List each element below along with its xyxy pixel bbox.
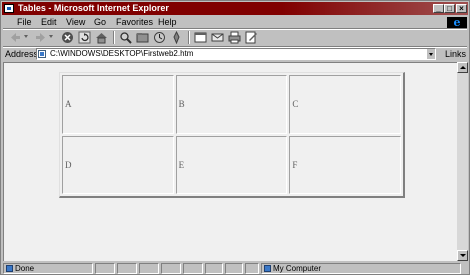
zone-panel: My Computer bbox=[261, 263, 461, 274]
status-panel bbox=[139, 263, 159, 274]
status-bar: Done My Computer bbox=[3, 263, 469, 274]
page-icon bbox=[38, 50, 46, 58]
table-row: A B C bbox=[62, 75, 401, 134]
status-panel bbox=[117, 263, 137, 274]
mail-icon[interactable] bbox=[211, 31, 224, 44]
menu-file[interactable]: File bbox=[17, 16, 32, 28]
menu-go[interactable]: Go bbox=[94, 16, 106, 28]
menu-help[interactable]: Help bbox=[158, 16, 177, 28]
fullscreen-icon[interactable] bbox=[194, 31, 207, 44]
scroll-down-button[interactable] bbox=[457, 250, 468, 261]
toolbar-separator bbox=[113, 31, 115, 44]
table-cell: A bbox=[62, 75, 174, 134]
status-panel bbox=[95, 263, 115, 274]
status-panel bbox=[225, 263, 243, 274]
zone-text: My Computer bbox=[273, 264, 322, 273]
forward-icon[interactable] bbox=[34, 31, 47, 44]
status-text: Done bbox=[15, 264, 35, 273]
table-cell: B bbox=[175, 75, 288, 134]
minimize-button[interactable]: _ bbox=[433, 4, 444, 13]
table-cell: D bbox=[62, 135, 174, 194]
address-bar: Address C:\WINDOWS\DESKTOP\Firstweb2.htm… bbox=[3, 48, 467, 60]
page-content: A B C D E F bbox=[3, 62, 457, 261]
back-icon[interactable] bbox=[9, 31, 22, 44]
forward-dropdown-icon[interactable] bbox=[49, 35, 53, 38]
browser-window: Tables - Microsoft Internet Explorer _ □… bbox=[0, 0, 470, 275]
favorites-icon[interactable] bbox=[136, 31, 149, 44]
links-button[interactable]: Links bbox=[445, 48, 466, 60]
status-panel bbox=[183, 263, 203, 274]
menu-bar: File Edit View Go Favorites Help bbox=[3, 16, 443, 28]
back-dropdown-icon[interactable] bbox=[24, 35, 28, 38]
history-icon[interactable] bbox=[153, 31, 166, 44]
edit-icon[interactable] bbox=[245, 31, 258, 44]
refresh-icon[interactable] bbox=[78, 31, 91, 44]
table-cell: F bbox=[289, 135, 401, 194]
status-panel bbox=[245, 263, 259, 274]
address-dropdown-button[interactable] bbox=[426, 49, 435, 59]
maximize-button[interactable]: □ bbox=[444, 4, 455, 13]
print-icon[interactable] bbox=[228, 31, 241, 44]
title-bar[interactable]: Tables - Microsoft Internet Explorer _ □… bbox=[2, 2, 468, 15]
my-computer-icon bbox=[264, 265, 271, 272]
close-button[interactable]: × bbox=[456, 4, 467, 13]
menu-favorites[interactable]: Favorites bbox=[116, 16, 153, 28]
address-url[interactable]: C:\WINDOWS\DESKTOP\Firstweb2.htm bbox=[50, 49, 193, 59]
standard-toolbar bbox=[3, 30, 467, 46]
toolbar-separator bbox=[188, 31, 190, 44]
vertical-scrollbar[interactable] bbox=[457, 62, 468, 261]
menu-edit[interactable]: Edit bbox=[41, 16, 57, 28]
channels-icon[interactable] bbox=[170, 31, 183, 44]
ie-status-icon bbox=[6, 265, 13, 272]
status-panel bbox=[161, 263, 181, 274]
ie-page-icon[interactable] bbox=[4, 4, 14, 13]
scroll-up-button[interactable] bbox=[457, 62, 468, 73]
menu-view[interactable]: View bbox=[66, 16, 85, 28]
table-cell: C bbox=[289, 75, 401, 134]
window-title: Tables - Microsoft Internet Explorer bbox=[18, 3, 169, 13]
address-input[interactable]: C:\WINDOWS\DESKTOP\Firstweb2.htm bbox=[36, 48, 436, 60]
content-table: A B C D E F bbox=[59, 72, 405, 198]
search-icon[interactable] bbox=[119, 31, 132, 44]
table-row: D E F bbox=[62, 135, 401, 194]
table-cell: E bbox=[175, 135, 288, 194]
home-icon[interactable] bbox=[95, 31, 108, 44]
stop-icon[interactable] bbox=[61, 31, 74, 44]
address-label: Address bbox=[5, 49, 39, 59]
status-text-panel: Done bbox=[3, 263, 93, 274]
status-panel bbox=[205, 263, 223, 274]
